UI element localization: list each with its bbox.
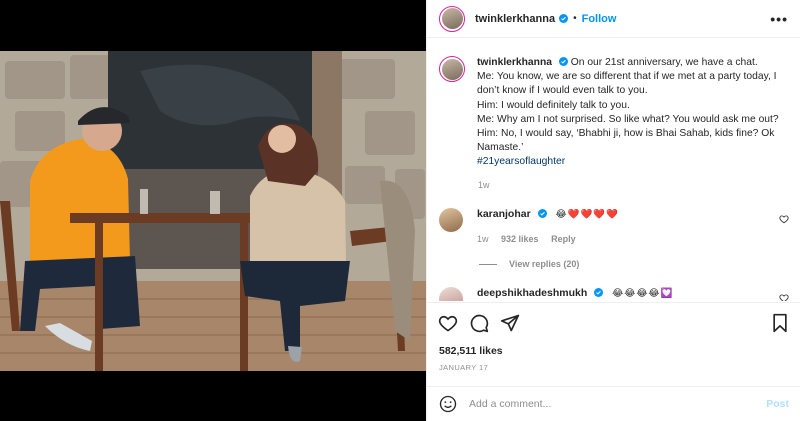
caption-line: On our 21st anniversary, we have a chat. xyxy=(570,57,758,68)
caption: twinklerkhanna On our 21st anniversary, … xyxy=(439,56,789,170)
more-icon[interactable]: ••• xyxy=(770,11,788,27)
comment-item: karanjohar 😂❤️❤️❤️❤️ 1w 932 likes Reply xyxy=(439,208,789,244)
caption-age[interactable]: 1w xyxy=(478,180,490,190)
share-icon[interactable] xyxy=(500,313,520,333)
comment-input[interactable] xyxy=(469,398,767,410)
commenter-username[interactable]: karanjohar xyxy=(477,208,531,220)
caption-line: Him: I would definitely talk to you. xyxy=(477,99,630,111)
commenter-username[interactable]: deepshikhadeshmukh xyxy=(477,287,587,299)
likes-count[interactable]: 582,511 likes xyxy=(439,345,503,357)
comment-text: 😂😂😂😂💟 xyxy=(612,288,674,299)
comment-body: deepshikhadeshmukh 😂😂😂😂💟 xyxy=(477,287,673,301)
save-icon[interactable] xyxy=(770,313,790,333)
separator-dot: • xyxy=(573,13,577,24)
hashtag-link[interactable]: #21yearsoflaughter xyxy=(477,156,565,167)
verified-icon xyxy=(558,57,568,66)
post-header: twinklerkhanna • Follow ••• xyxy=(427,0,800,38)
view-replies-label: View replies (20) xyxy=(509,259,580,269)
comment-meta: 1w 932 likes Reply xyxy=(477,234,619,244)
add-comment-bar: Post xyxy=(427,386,800,421)
author-avatar[interactable] xyxy=(439,5,465,32)
comment-text: 😂❤️❤️❤️❤️ xyxy=(555,209,619,220)
comment-item: deepshikhadeshmukh 😂😂😂😂💟 xyxy=(439,287,789,301)
verified-icon xyxy=(559,14,569,23)
comment-icon[interactable] xyxy=(469,313,489,333)
post-date[interactable]: JANUARY 17 xyxy=(439,363,488,372)
emoji-icon[interactable] xyxy=(439,395,457,413)
view-replies-button[interactable]: View replies (20) xyxy=(479,259,579,269)
comment-likes[interactable]: 932 likes xyxy=(501,234,539,244)
caption-username[interactable]: twinklerkhanna xyxy=(477,57,552,68)
action-bar xyxy=(427,302,800,342)
caption-text: twinklerkhanna On our 21st anniversary, … xyxy=(477,56,789,170)
follow-button[interactable]: Follow xyxy=(582,13,617,25)
post-modal: twinklerkhanna • Follow ••• twinklerkhan… xyxy=(0,0,800,421)
commenter-avatar[interactable] xyxy=(439,287,463,301)
comment-age[interactable]: 1w xyxy=(477,234,489,244)
caption-line: Him: No, I would say, ‘Bhabhi ji, how is… xyxy=(477,128,775,154)
verified-icon xyxy=(594,288,604,297)
post-comment-button[interactable]: Post xyxy=(766,398,789,410)
post-photo xyxy=(0,51,426,371)
verified-icon xyxy=(537,209,547,218)
caption-line: Me: Why am I not surprised. So like what… xyxy=(477,113,779,125)
caption-avatar[interactable] xyxy=(439,56,465,82)
post-sidebar: twinklerkhanna • Follow ••• twinklerkhan… xyxy=(426,0,800,421)
post-media[interactable] xyxy=(0,0,426,421)
caption-line: Me: You know, we are so different that i… xyxy=(477,71,777,97)
reply-button[interactable]: Reply xyxy=(551,234,576,244)
comment-like-icon[interactable] xyxy=(779,214,789,224)
comment-body: karanjohar 😂❤️❤️❤️❤️ 1w 932 likes Reply xyxy=(477,208,619,244)
heart-icon[interactable] xyxy=(438,313,458,333)
replies-line xyxy=(479,263,497,265)
comment-like-icon[interactable] xyxy=(779,293,789,301)
author-username[interactable]: twinklerkhanna xyxy=(475,13,555,25)
commenter-avatar[interactable] xyxy=(439,208,463,232)
